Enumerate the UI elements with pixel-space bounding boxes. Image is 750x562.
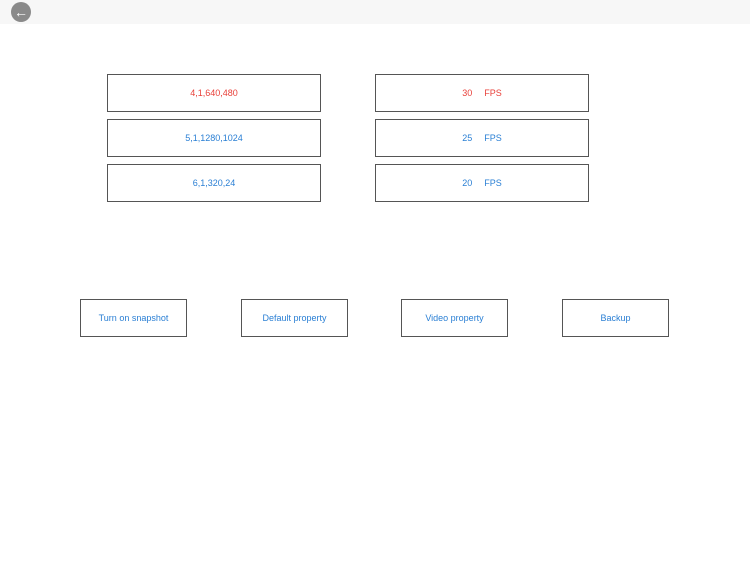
resolution-option-2[interactable]: 5,1,1280,1024 [107,119,321,157]
back-arrow-icon[interactable]: ← [11,2,31,22]
fps-unit: FPS [484,133,502,143]
default-property-button[interactable]: Default property [241,299,348,337]
backup-button[interactable]: Backup [562,299,669,337]
fps-option-20[interactable]: 20 FPS [375,164,589,202]
resolution-label: 6,1,320,24 [192,178,236,188]
fps-value: 20 [462,178,473,188]
turn-on-snapshot-button[interactable]: Turn on snapshot [80,299,187,337]
resolution-option-1[interactable]: 4,1,640,480 [107,74,321,112]
video-property-button[interactable]: Video property [401,299,508,337]
top-bar: ← [0,0,750,24]
resolution-label: 4,1,640,480 [190,88,238,98]
fps-option-30[interactable]: 30 FPS [375,74,589,112]
fps-value: 25 [462,133,473,143]
resolution-option-3[interactable]: 6,1,320,24 [107,164,321,202]
fps-value: 30 [462,88,473,98]
resolution-label: 5,1,1280,1024 [185,133,243,143]
fps-option-25[interactable]: 25 FPS [375,119,589,157]
fps-unit: FPS [484,88,502,98]
fps-unit: FPS [484,178,502,188]
